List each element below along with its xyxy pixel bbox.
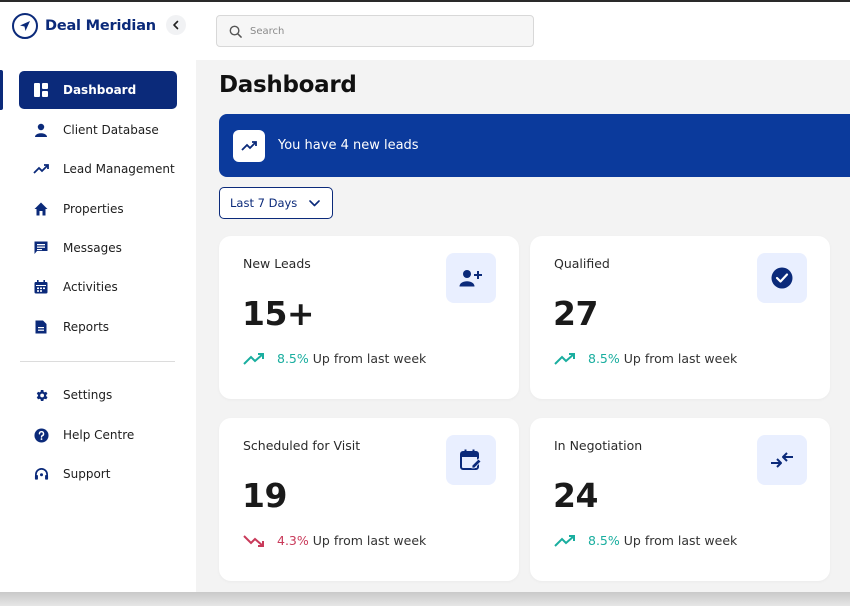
card-label: New Leads [243, 256, 311, 271]
trend-up-icon [233, 129, 265, 162]
chevron-left-icon [173, 20, 179, 30]
sidebar-item-activities[interactable]: Activities [19, 268, 177, 306]
date-range-value: Last 7 Days [230, 196, 298, 210]
trend-percent: 4.3% [277, 533, 309, 548]
trend-text: Up from last week [312, 351, 427, 366]
stat-card-qualified[interactable]: Qualified 27 8.5% Up from last week [530, 236, 830, 399]
trend-up-icon [554, 352, 575, 365]
card-value: 19 [242, 476, 287, 515]
sidebar-item-label: Help Centre [63, 428, 135, 442]
sidebar-item-label: Settings [63, 388, 113, 402]
active-indicator [0, 70, 3, 110]
stat-card-new-leads[interactable]: New Leads 15+ 8.5% Up from last week [219, 236, 519, 399]
sidebar-item-label: Reports [63, 320, 110, 334]
chevron-down-icon [309, 199, 321, 207]
document-icon [33, 319, 49, 335]
sidebar-item-reports[interactable]: Reports [19, 308, 177, 346]
check-circle-icon [757, 253, 807, 303]
date-range-dropdown[interactable]: Last 7 Days [219, 187, 333, 219]
sidebar-item-lead-management[interactable]: Lead Management [19, 150, 177, 188]
trend-percent: 8.5% [277, 351, 309, 366]
app-window: Deal Meridian Dashboard Client Database … [0, 2, 850, 592]
brand[interactable]: Deal Meridian [12, 12, 156, 40]
sidebar-item-properties[interactable]: Properties [19, 190, 177, 228]
collapse-sidebar-button[interactable] [166, 15, 186, 35]
new-leads-banner[interactable]: You have 4 new leads [219, 114, 850, 177]
help-icon [33, 427, 49, 443]
trend-text: Up from last week [623, 533, 738, 548]
trend-down-icon [243, 534, 264, 547]
banner-text: You have 4 new leads [278, 138, 419, 153]
search-icon [229, 25, 242, 38]
sidebar-item-label: Support [63, 467, 111, 481]
arrows-converge-icon [757, 435, 807, 485]
sidebar-item-dashboard[interactable]: Dashboard [19, 71, 177, 109]
trend-text: Up from last week [312, 533, 427, 548]
sidebar-item-help-centre[interactable]: Help Centre [19, 416, 177, 454]
add-person-icon [446, 253, 496, 303]
sidebar-item-support[interactable]: Support [19, 455, 177, 493]
home-icon [33, 201, 49, 217]
sidebar-item-label: Client Database [63, 123, 159, 137]
sidebar-item-messages[interactable]: Messages [19, 229, 177, 267]
trend-up-icon [243, 352, 264, 365]
sidebar-item-label: Properties [63, 202, 124, 216]
card-label: In Negotiation [554, 438, 643, 453]
sidebar-item-client-database[interactable]: Client Database [19, 111, 177, 149]
sidebar-item-label: Dashboard [63, 83, 137, 97]
stat-card-scheduled-for-visit[interactable]: Scheduled for Visit 19 4.3% Up from last… [219, 418, 519, 581]
dashboard-icon [33, 82, 49, 98]
sidebar-item-settings[interactable]: Settings [19, 376, 177, 414]
card-label: Scheduled for Visit [243, 438, 361, 453]
search-input[interactable] [250, 25, 510, 37]
card-value: 24 [553, 476, 598, 515]
trend-percent: 8.5% [588, 351, 620, 366]
card-value: 27 [553, 294, 598, 333]
trend-percent: 8.5% [588, 533, 620, 548]
message-icon [33, 240, 49, 256]
headset-icon [33, 466, 49, 482]
sidebar: Deal Meridian Dashboard Client Database … [0, 2, 196, 592]
window-bottom-edge [0, 592, 850, 606]
compass-logo-icon [12, 13, 38, 39]
card-value: 15+ [242, 294, 315, 333]
calendar-edit-icon [446, 435, 496, 485]
person-icon [33, 122, 49, 138]
card-trend: 8.5% Up from last week [554, 351, 737, 366]
card-trend: 8.5% Up from last week [243, 351, 426, 366]
sidebar-item-label: Messages [63, 241, 122, 255]
calendar-icon [33, 279, 49, 295]
sidebar-item-label: Lead Management [63, 162, 175, 176]
stat-card-in-negotiation[interactable]: In Negotiation 24 8.5% Up from last week [530, 418, 830, 581]
search-box[interactable] [216, 15, 534, 47]
page-title: Dashboard [219, 72, 357, 98]
sidebar-item-label: Activities [63, 280, 118, 294]
card-trend: 8.5% Up from last week [554, 533, 737, 548]
trend-text: Up from last week [623, 351, 738, 366]
card-trend: 4.3% Up from last week [243, 533, 426, 548]
sidebar-divider [20, 361, 175, 362]
gear-icon [33, 387, 49, 403]
card-label: Qualified [554, 256, 610, 271]
brand-name: Deal Meridian [45, 18, 156, 34]
trend-up-icon [554, 534, 575, 547]
trend-up-icon [33, 161, 49, 177]
